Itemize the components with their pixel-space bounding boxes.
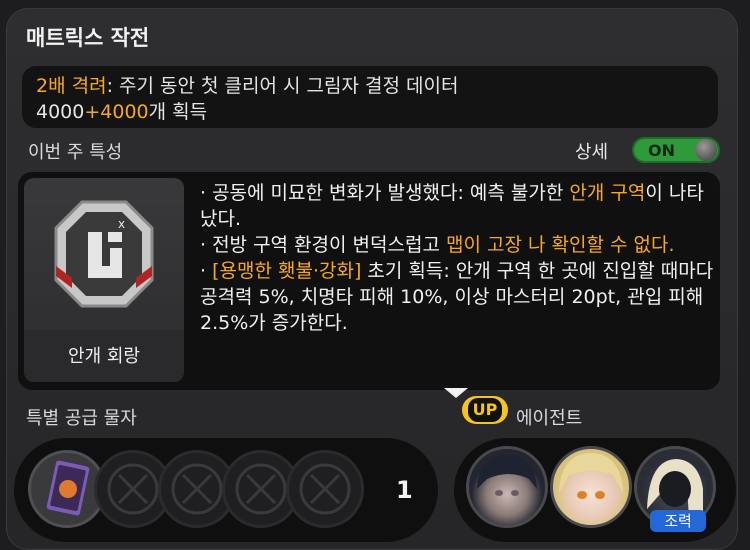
bonus-extra-amount: +4000 <box>84 101 149 123</box>
empty-slot-x-icon <box>299 463 351 515</box>
selection-pointer-icon <box>444 388 468 398</box>
agent-avatar-icon <box>477 455 537 496</box>
bonus-banner: 2배 격려: 주기 동안 첫 클리어 시 그림자 결정 데이터 4000+400… <box>22 66 718 128</box>
trait-highlight: 안개 구역 <box>569 182 646 204</box>
supply-slots: 1 <box>14 438 438 542</box>
up-badge-text: UP <box>468 398 502 422</box>
supply-label: 특별 공급 물자 <box>26 408 137 429</box>
bonus-unit-text: 개 획득 <box>148 101 208 123</box>
agent-avatar-icon <box>559 453 623 499</box>
detail-label: 상세 <box>575 142 609 163</box>
panel-title: 매트릭스 작전 <box>26 26 150 50</box>
toggle-knob <box>695 139 717 161</box>
bonus-line-2: 4000+4000개 획득 <box>36 97 207 124</box>
fog-corridor-emblem-icon: x <box>54 200 154 308</box>
trait-text: · 공동에 미묘한 변화가 발생했다: 예측 불가한 <box>200 182 570 204</box>
bonus-prefix: 2배 격려 <box>36 75 107 97</box>
empty-supply-slot[interactable] <box>286 450 364 528</box>
toggle-state-label: ON <box>648 141 675 160</box>
supply-card-icon <box>46 460 90 516</box>
trait-text: · <box>200 260 213 282</box>
bonus-base-amount: 4000 <box>36 101 85 123</box>
bonus-colon: : <box>106 75 120 97</box>
traits-panel: x 안개 회랑 · 공동에 미묘한 변화가 발생했다: 예측 불가한 안개 구역… <box>18 172 720 390</box>
agent-portrait-blonde[interactable] <box>550 446 632 528</box>
trait-highlight: 맵이 고장 나 확인할 수 없다. <box>446 234 675 256</box>
agent-portrait-dark-hair[interactable] <box>466 446 548 528</box>
weekly-traits-label: 이번 주 특성 <box>28 142 123 163</box>
support-badge: 조력 <box>650 510 706 532</box>
supply-count: 1 <box>396 476 413 504</box>
zone-card[interactable]: x 안개 회랑 <box>24 178 184 382</box>
trait-highlight: [용맹한 횃불·강화] <box>212 260 362 282</box>
zone-name: 안개 회랑 <box>68 346 140 367</box>
traits-description: · 공동에 미묘한 변화가 발생했다: 예측 불가한 안개 구역이 나타났다. … <box>200 180 714 336</box>
trait-line: · 전방 구역 환경이 변덕스럽고 맵이 고장 나 확인할 수 없다. <box>200 232 714 258</box>
trait-text: · 전방 구역 환경이 변덕스럽고 <box>200 234 446 256</box>
bonus-line-1: 2배 격려: 주기 동안 첫 클리어 시 그림자 결정 데이터 <box>36 71 458 98</box>
trait-line: · 공동에 미묘한 변화가 발생했다: 예측 불가한 안개 구역이 나타났다. <box>200 180 714 232</box>
bonus-text: 주기 동안 첫 클리어 시 그림자 결정 데이터 <box>119 75 459 97</box>
up-badge: UP <box>462 396 508 424</box>
trait-line: · [용맹한 횃불·강화] 초기 획득: 안개 구역 한 곳에 진입할 때마다 … <box>200 258 714 336</box>
svg-text:x: x <box>118 217 125 231</box>
agent-label: 에이전트 <box>516 408 583 429</box>
detail-toggle[interactable]: ON <box>632 137 720 163</box>
